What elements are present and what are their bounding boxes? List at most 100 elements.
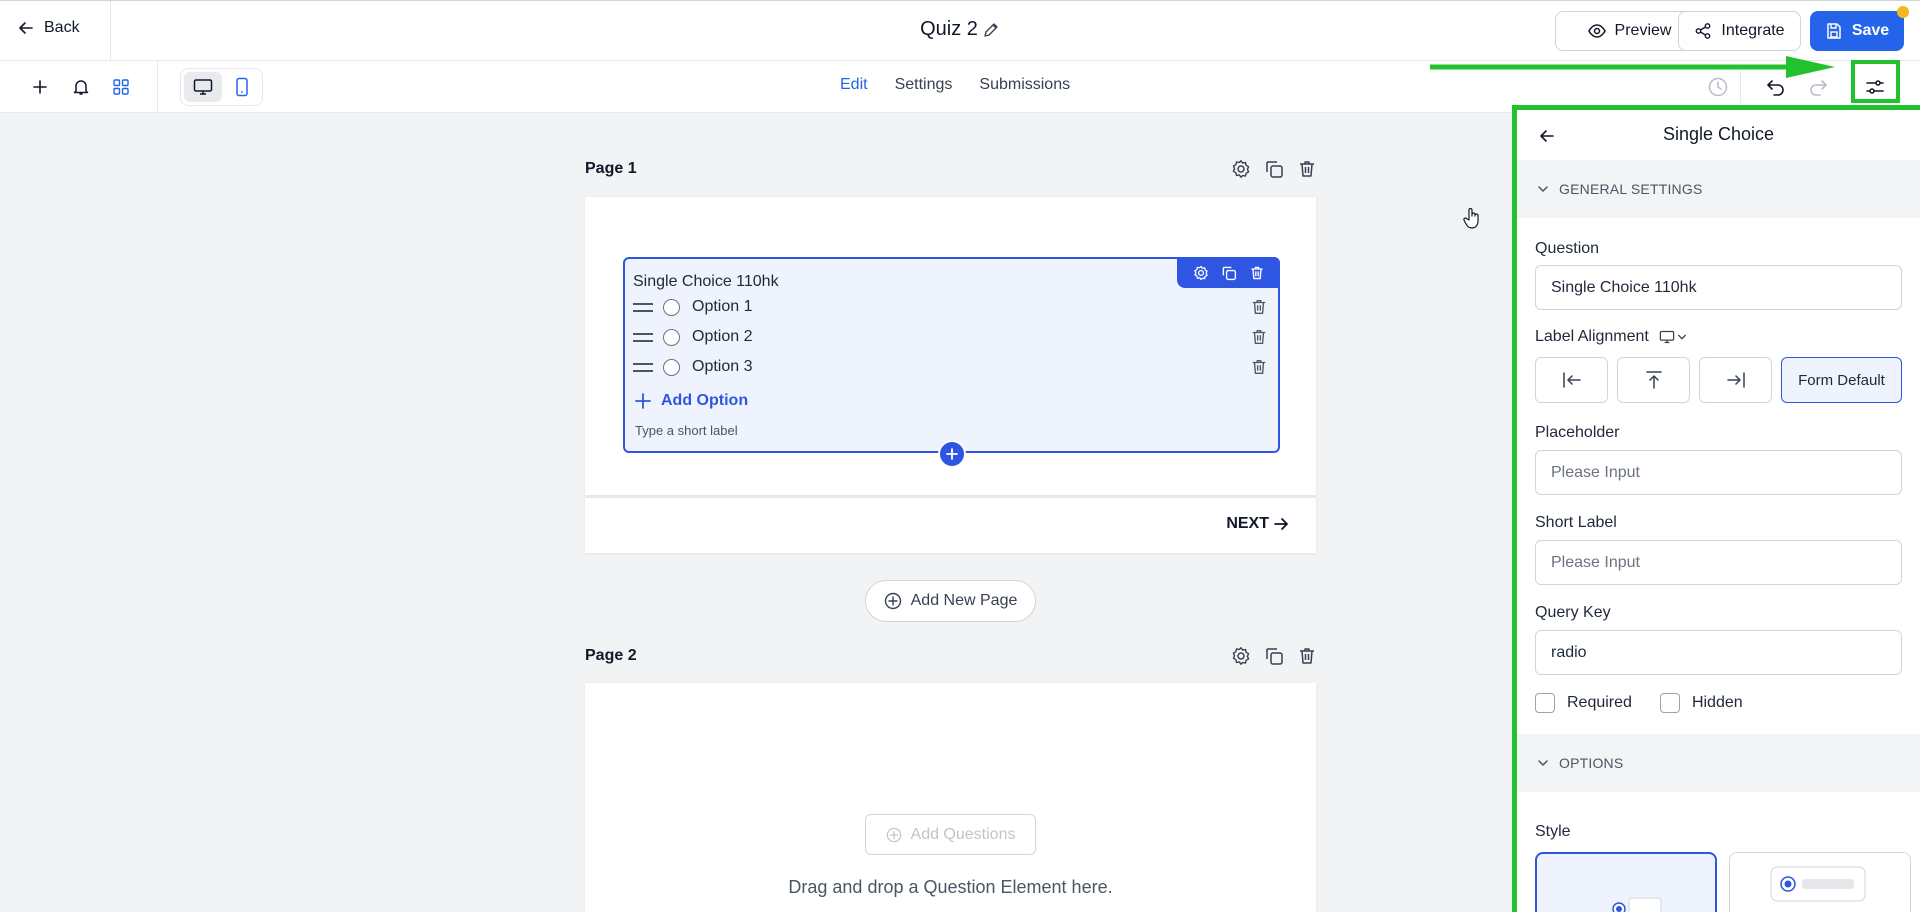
required-label: Required [1567,694,1632,711]
back-button[interactable]: Back [18,19,80,37]
add-questions-button[interactable]: Add Questions [865,814,1036,855]
question-input[interactable]: Single Choice 110hk [1535,265,1902,310]
save-button[interactable]: Save [1810,11,1904,51]
drag-handle-icon[interactable] [633,325,653,349]
page-1-tools [1230,158,1318,180]
align-right-button[interactable] [1699,357,1772,403]
style-option-card[interactable] [1729,852,1911,912]
radio-icon [1610,896,1662,912]
eye-icon [1587,22,1606,40]
options-section[interactable]: OPTIONS [1517,734,1920,792]
gear-icon[interactable] [1230,158,1252,180]
add-option-button[interactable]: Add Option [635,392,748,410]
align-form-default-button[interactable]: Form Default [1781,357,1902,403]
question-single-choice[interactable]: Single Choice 110hk Option 1 Option 2 Op… [623,257,1280,468]
pencil-icon[interactable] [982,21,1000,39]
preview-label: Preview [1614,22,1672,39]
radio-card-icon [1770,865,1866,905]
page-1-label: Page 1 [585,160,637,177]
add-option-label: Add Option [661,392,749,409]
radio-button[interactable] [663,328,680,346]
integrate-label: Integrate [1721,22,1785,39]
align-left-button[interactable] [1535,357,1608,403]
history-icon[interactable] [1706,75,1730,99]
grid-icon[interactable] [109,75,133,99]
divider [157,61,158,113]
drag-handle-icon[interactable] [633,355,653,379]
query-key-input[interactable]: radio [1535,630,1902,675]
copy-icon[interactable] [1263,645,1285,667]
align-left-icon [1562,371,1582,389]
trash-icon[interactable] [1250,358,1268,376]
option-row: Option 3 [633,355,1268,379]
next-label: NEXT [1226,515,1269,532]
bell-icon[interactable] [69,75,93,99]
mobile-icon[interactable] [223,72,261,102]
required-checkbox[interactable] [1535,693,1555,713]
copy-icon[interactable] [1220,264,1238,282]
plus-icon[interactable] [28,75,52,99]
option-label[interactable]: Option 1 [692,298,752,316]
section-title: GENERAL SETTINGS [1559,181,1703,197]
trash-icon[interactable] [1248,264,1266,282]
short-label-input[interactable]: Type a short label [635,423,738,438]
page-1-footer: NEXT [585,497,1316,553]
panel-header: Single Choice [1517,110,1920,160]
page-1-card: Single Choice 110hk Option 1 Option 2 Op… [585,197,1316,495]
section-title: OPTIONS [1559,755,1624,771]
option-row: Option 2 [633,325,1268,349]
trash-icon[interactable] [1296,158,1318,180]
hidden-checkbox[interactable] [1659,693,1680,713]
desktop-icon[interactable] [184,72,222,102]
radio-button[interactable] [663,298,680,316]
chevron-down-icon [1537,757,1549,769]
question-title[interactable]: Single Choice 110hk [633,273,779,291]
add-new-page-button[interactable]: Add New Page [865,580,1036,622]
arrow-left-icon [18,20,34,36]
align-top-button[interactable] [1617,357,1690,403]
radio-button[interactable] [663,358,680,376]
device-select[interactable] [1659,330,1687,344]
arrow-right-icon [1273,516,1289,532]
label-alignment-options: Form Default [1535,357,1902,403]
trash-icon[interactable] [1296,645,1318,667]
tab-settings[interactable]: Settings [895,76,953,94]
editor-tabs: Edit Settings Submissions [840,76,1070,94]
unsaved-indicator [1897,6,1909,18]
redo-icon[interactable] [1806,75,1830,99]
add-questions-label: Add Questions [910,825,1016,843]
option-label[interactable]: Option 3 [692,358,752,376]
hidden-label: Hidden [1691,694,1743,711]
divider [110,1,111,62]
option-row: Option 1 [633,295,1268,319]
placeholder-input[interactable]: Please Input [1535,450,1902,495]
drag-handle-icon[interactable] [633,295,653,319]
option-label[interactable]: Option 2 [692,328,752,346]
align-right-icon [1726,371,1746,389]
gear-icon[interactable] [1230,645,1252,667]
visibility-options: Required Hidden [1535,693,1743,713]
settings-highlight-box [1851,60,1900,103]
tab-submissions[interactable]: Submissions [979,76,1070,94]
next-button[interactable]: NEXT [1226,515,1289,533]
drop-zone-text: Drag and drop a Question Element here. [788,877,1113,897]
style-field-label: Style [1535,823,1571,840]
gear-icon[interactable] [1192,264,1210,282]
undo-icon[interactable] [1764,75,1788,99]
tab-edit[interactable]: Edit [840,76,868,94]
hand-cursor-icon [1463,207,1481,229]
save-icon [1825,22,1843,40]
trash-icon[interactable] [1250,328,1268,346]
placeholder-field-label: Placeholder [1535,424,1620,441]
page-2-label: Page 2 [585,647,637,664]
general-settings-section[interactable]: GENERAL SETTINGS [1517,160,1920,218]
style-option-classic[interactable] [1535,852,1717,912]
short-label-input[interactable]: Please Input [1535,540,1902,585]
copy-icon[interactable] [1263,158,1285,180]
save-label: Save [1851,22,1890,39]
add-question-below-button[interactable] [938,440,966,468]
form-title[interactable]: Quiz 2 [920,18,978,41]
trash-icon[interactable] [1250,298,1268,316]
integrate-button[interactable]: Integrate [1678,11,1801,51]
annotation-arrow [1430,56,1840,78]
